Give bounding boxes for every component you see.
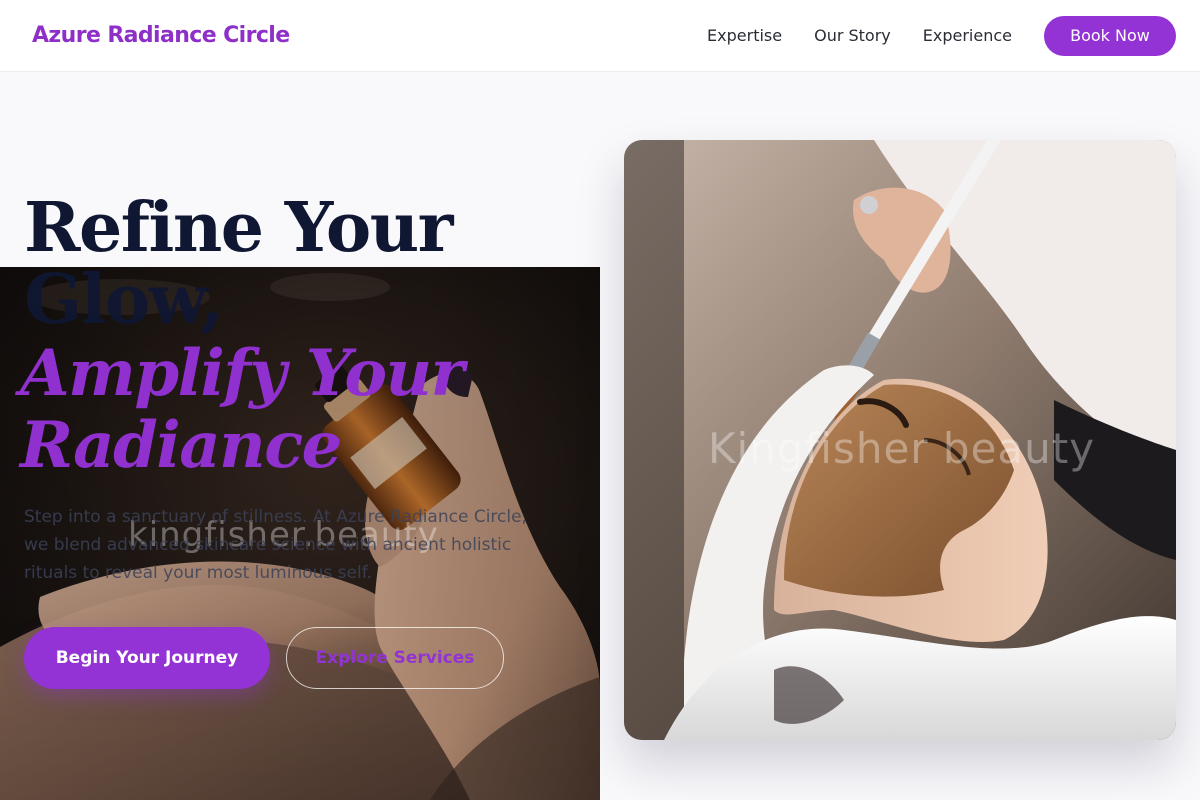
hero-title-line1: Refine Your <box>24 188 454 268</box>
hero-description: Step into a sanctuary of stillness. At A… <box>24 507 527 583</box>
nav-link-expertise[interactable]: Expertise <box>707 26 782 45</box>
hero-accent-line1: Amplify Your <box>20 336 464 411</box>
explore-services-button[interactable]: Explore Services <box>286 627 504 689</box>
main-nav: Expertise Our Story Experience Book Now <box>707 15 1176 56</box>
begin-journey-button[interactable]: Begin Your Journey <box>24 627 270 689</box>
nav-link-our-story[interactable]: Our Story <box>814 26 891 45</box>
hero-accent-line2: Radiance <box>20 408 342 483</box>
brand-logo[interactable]: Azure Radiance Circle <box>32 23 290 48</box>
site-header: Azure Radiance Circle Expertise Our Stor… <box>0 0 1200 72</box>
book-now-button[interactable]: Book Now <box>1044 15 1176 56</box>
hero-accent-heading: Amplify Your Radiance <box>20 336 464 483</box>
facial-treatment-photo: Kingfisher beauty <box>624 140 1176 740</box>
hero-title-line2: Glow, <box>24 260 224 340</box>
nav-link-experience[interactable]: Experience <box>923 26 1012 45</box>
